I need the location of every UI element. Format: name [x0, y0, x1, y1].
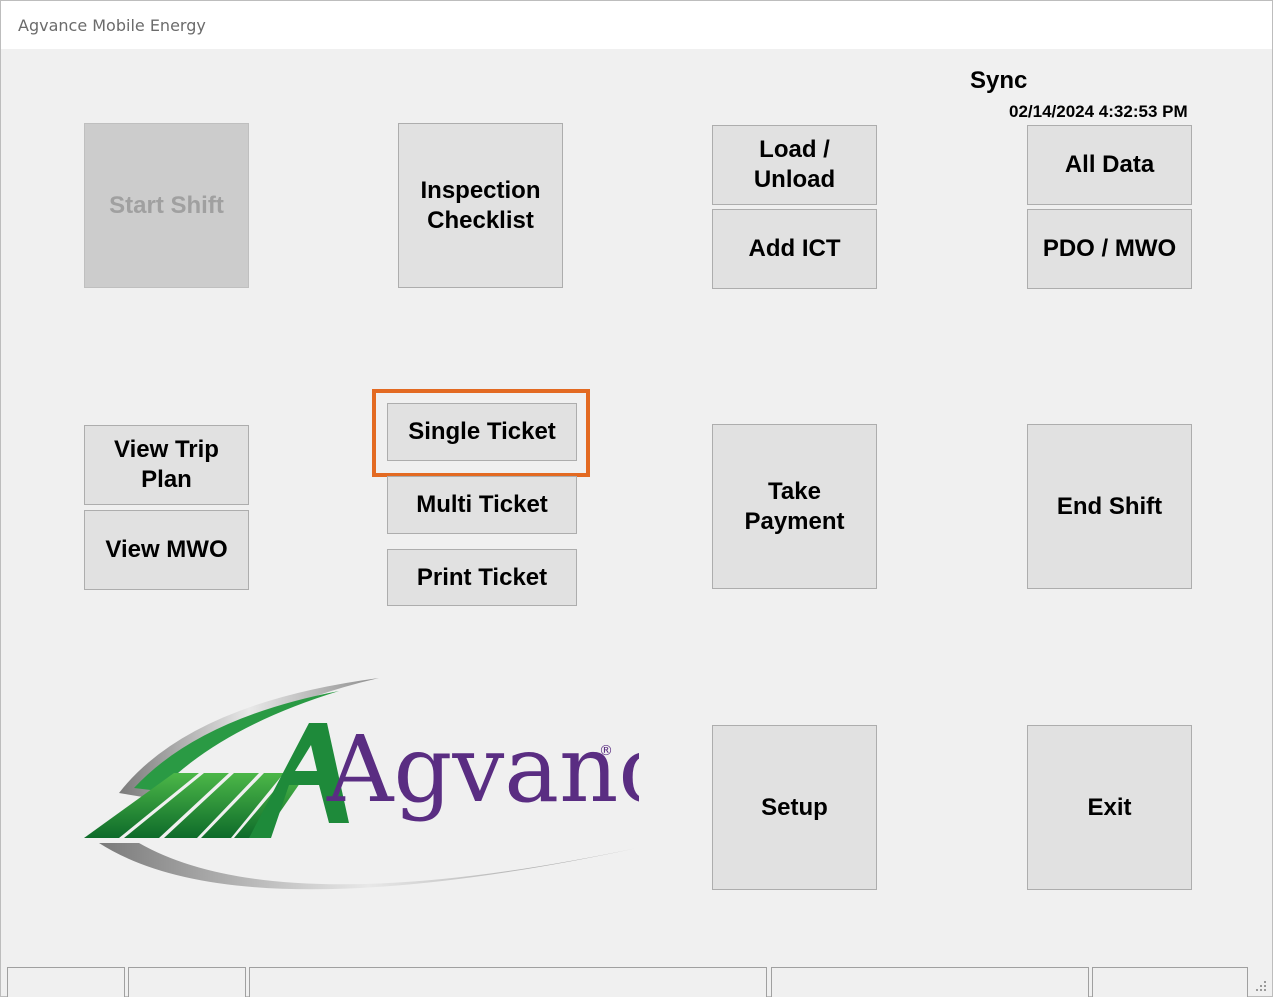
registered-mark: ® — [599, 743, 613, 759]
print-ticket-button[interactable]: Print Ticket — [387, 549, 577, 606]
status-cell-4 — [771, 967, 1089, 997]
view-trip-plan-label: View Trip Plan — [114, 436, 219, 493]
load-unload-button[interactable]: Load / Unload — [712, 125, 877, 205]
add-ict-label: Add ICT — [748, 235, 841, 262]
all-data-label: All Data — [1064, 151, 1155, 178]
status-cell-2 — [128, 967, 246, 997]
exit-button[interactable]: Exit — [1027, 725, 1192, 890]
agvance-logo: Agvance ® — [84, 678, 639, 890]
sync-timestamp: 02/14/2024 4:32:53 PM — [1009, 102, 1188, 121]
inspection-checklist-button[interactable]: Inspection Checklist — [398, 123, 563, 288]
multi-ticket-button[interactable]: Multi Ticket — [387, 476, 577, 534]
all-data-button[interactable]: All Data — [1027, 125, 1192, 205]
status-cell-5 — [1092, 967, 1248, 997]
view-trip-plan-button[interactable]: View Trip Plan — [84, 425, 249, 505]
window-title: Agvance Mobile Energy — [18, 16, 206, 35]
multi-ticket-label: Multi Ticket — [416, 491, 548, 518]
logo-wordmark: Agvance — [326, 716, 639, 823]
start-shift-button[interactable]: Start Shift — [84, 123, 249, 288]
single-ticket-button[interactable]: Single Ticket — [387, 403, 577, 461]
single-ticket-label: Single Ticket — [408, 418, 556, 445]
status-cell-3 — [249, 967, 767, 997]
view-mwo-button[interactable]: View MWO — [84, 510, 249, 590]
view-mwo-label: View MWO — [105, 536, 228, 563]
print-ticket-label: Print Ticket — [416, 563, 548, 591]
end-shift-button[interactable]: End Shift — [1027, 424, 1192, 589]
resize-grip-icon[interactable] — [1254, 979, 1268, 993]
status-bar — [1, 967, 1272, 997]
setup-button[interactable]: Setup — [712, 725, 877, 890]
start-shift-label: Start Shift — [109, 191, 224, 219]
sync-label: Sync — [970, 67, 1028, 94]
pdo-mwo-label: PDO / MWO — [1042, 235, 1177, 262]
take-payment-button[interactable]: Take Payment — [712, 424, 877, 589]
app-window: Agvance Mobile Energy Start Shift Inspec… — [0, 0, 1273, 997]
pdo-mwo-button[interactable]: PDO / MWO — [1027, 209, 1192, 289]
status-cell-1 — [7, 967, 125, 997]
end-shift-label: End Shift — [1056, 492, 1163, 520]
exit-label: Exit — [1087, 793, 1132, 821]
take-payment-label: Take Payment — [744, 477, 845, 535]
inspection-checklist-label: Inspection Checklist — [420, 176, 541, 234]
add-ict-button[interactable]: Add ICT — [712, 209, 877, 289]
setup-label: Setup — [761, 793, 828, 821]
title-bar: Agvance Mobile Energy — [1, 1, 1272, 49]
load-unload-label: Load / Unload — [753, 136, 836, 193]
